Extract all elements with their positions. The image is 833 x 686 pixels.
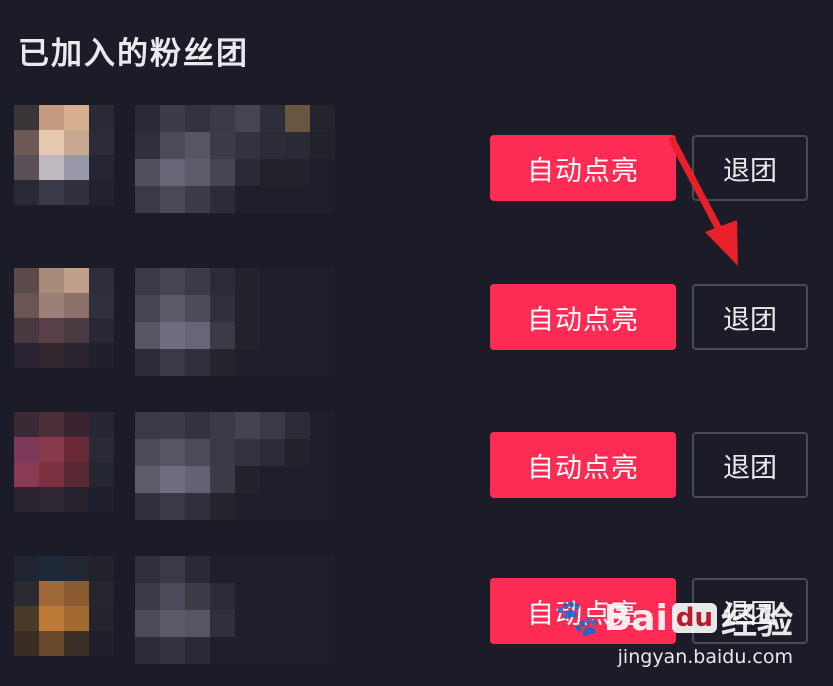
auto-light-button[interactable]: 自动点亮 bbox=[490, 284, 676, 350]
paw-icon: 🐾 bbox=[554, 598, 600, 639]
auto-light-button[interactable]: 自动点亮 bbox=[490, 135, 676, 201]
fan-group-row: 自动点亮 退团 bbox=[0, 412, 833, 542]
avatar[interactable] bbox=[14, 412, 114, 512]
quit-group-button[interactable]: 退团 bbox=[692, 284, 808, 350]
avatar[interactable] bbox=[14, 268, 114, 368]
fan-group-row: 自动点亮 退团 bbox=[0, 105, 833, 235]
blurred-username bbox=[135, 556, 335, 666]
quit-group-button[interactable]: 退团 bbox=[692, 432, 808, 498]
auto-light-button[interactable]: 自动点亮 bbox=[490, 432, 676, 498]
avatar[interactable] bbox=[14, 556, 114, 656]
watermark-url: jingyan.baidu.com bbox=[617, 646, 793, 668]
watermark: 🐾 Bai du 经验 jingyan.baidu.com bbox=[554, 592, 793, 669]
blurred-username bbox=[135, 412, 335, 522]
page-title: 已加入的粉丝团 bbox=[18, 36, 249, 72]
blurred-username bbox=[135, 268, 335, 378]
watermark-logo: 🐾 Bai du 经验 bbox=[554, 597, 793, 643]
quit-group-button[interactable]: 退团 bbox=[692, 135, 808, 201]
blurred-username bbox=[135, 105, 335, 215]
avatar[interactable] bbox=[14, 105, 114, 205]
fan-group-row: 自动点亮 退团 bbox=[0, 268, 833, 398]
